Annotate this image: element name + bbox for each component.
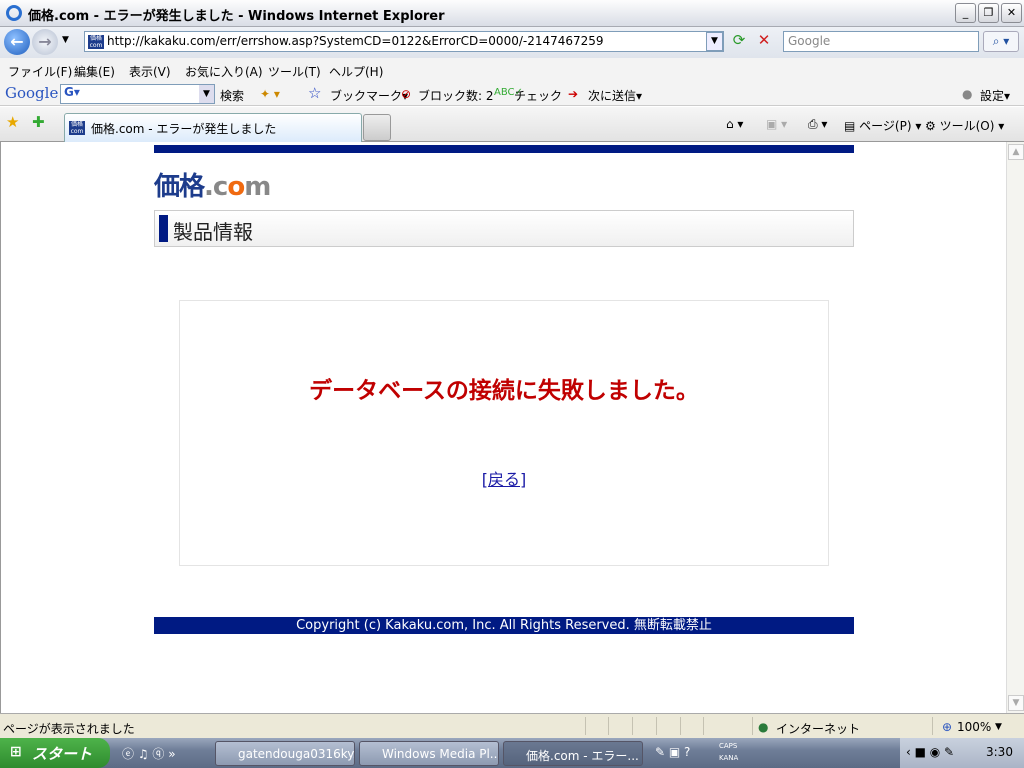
google-toolbar: Google G▾ ▼ 検索 ✦ ▾ ☆ ブックマーク▾ ⊘ ブロック数: 2 A… bbox=[0, 82, 1024, 106]
ie-icon bbox=[6, 5, 22, 21]
quicklaunch-icons[interactable]: ⓔ ♫ ⓠ » bbox=[122, 745, 176, 762]
status-text: ページが表示されました bbox=[3, 722, 135, 736]
title-bar: 価格.com - エラーが発生しました - Windows Internet E… bbox=[0, 0, 1024, 27]
history-dropdown-icon[interactable]: ▼ bbox=[62, 35, 69, 45]
bookmark-star-icon[interactable]: ☆ bbox=[308, 84, 321, 102]
taskbar-item-ie[interactable]: 価格.com - エラー... bbox=[503, 741, 643, 766]
tab-bar: ★ ✚ 価格 com 価格.com - エラーが発生しました ⌂ ▾ ▣ ▾ ⎙ … bbox=[0, 107, 1024, 142]
send-icon: ➔ bbox=[568, 87, 579, 101]
taskbar-item-media-player[interactable]: Windows Media Pl... bbox=[359, 741, 499, 766]
settings-button[interactable]: 設定▾ bbox=[980, 87, 1010, 104]
favorites-center-icon[interactable]: ★ bbox=[6, 113, 19, 131]
globe-icon: ● bbox=[758, 720, 769, 734]
navigation-bar: ← → ▼ 価格 com http://kakaku.com/err/errsho… bbox=[0, 27, 1024, 58]
google-search-input[interactable]: G▾ ▼ bbox=[60, 84, 215, 104]
start-label: スタート bbox=[32, 745, 93, 763]
favicon-icon: 価格 com bbox=[88, 35, 104, 49]
bookmark-button[interactable]: ブックマーク▾ bbox=[330, 87, 408, 104]
start-button[interactable]: ⊞ スタート bbox=[0, 738, 110, 768]
vertical-scrollbar[interactable]: ▲ ▼ bbox=[1006, 142, 1024, 713]
page-menu-button[interactable]: ▤ ページ(P) ▾ bbox=[844, 117, 921, 134]
menu-file[interactable]: ファイル(F) bbox=[8, 63, 72, 80]
stop-icon[interactable]: ✕ bbox=[754, 31, 774, 52]
page-content: 価格.com 製品情報 データベースの接続に失敗しました。 [戻る] Copyr… bbox=[0, 142, 1006, 713]
menu-edit[interactable]: 編集(E) bbox=[74, 63, 115, 80]
section-heading: 製品情報 bbox=[154, 210, 854, 247]
caps-indicator: CAPS bbox=[719, 742, 738, 750]
feeds-icon[interactable]: ▣ ▾ bbox=[766, 117, 787, 131]
heading-marker bbox=[159, 215, 168, 242]
home-icon[interactable]: ⌂ ▾ bbox=[726, 117, 743, 131]
tab-favicon-icon: 価格 com bbox=[69, 121, 85, 135]
forward-button[interactable]: → bbox=[32, 29, 58, 55]
menu-bar: ファイル(F) 編集(E) 表示(V) お気に入り(A) ツール(T) ヘルプ(… bbox=[0, 58, 1024, 82]
security-zone: インターネット bbox=[776, 722, 861, 736]
tab-label: 価格.com - エラーが発生しました bbox=[91, 122, 277, 136]
google-search-button[interactable]: 検索 bbox=[220, 87, 244, 104]
language-bar-icons[interactable]: ✎ ▣ ? bbox=[655, 745, 690, 759]
taskbar-item-folder[interactable]: gatendouga0316ky... bbox=[215, 741, 355, 766]
heading-text: 製品情報 bbox=[173, 220, 253, 244]
menu-tools[interactable]: ツール(T) bbox=[268, 63, 321, 80]
new-tab-button[interactable] bbox=[363, 114, 391, 141]
zoom-dropdown-icon[interactable]: ▼ bbox=[995, 722, 1002, 732]
scroll-up-icon[interactable]: ▲ bbox=[1008, 144, 1024, 160]
search-input[interactable]: Google bbox=[783, 31, 979, 52]
back-button[interactable]: ← bbox=[4, 29, 30, 55]
tools-menu-label: ツール(O) bbox=[939, 119, 995, 133]
system-tray: ‹ ■ ◉ ✎ 3:30 bbox=[900, 738, 1024, 768]
popup-block-icon: ⊘ bbox=[401, 87, 412, 101]
maximize-button[interactable]: ❐ bbox=[978, 3, 999, 23]
address-dropdown-icon[interactable]: ▼ bbox=[706, 32, 723, 51]
header-bar bbox=[154, 145, 854, 153]
clock: 3:30 bbox=[986, 745, 1013, 759]
zoom-level[interactable]: 100% bbox=[957, 720, 991, 734]
google-logo: Google bbox=[5, 84, 59, 102]
page-menu-label: ページ(P) bbox=[859, 119, 912, 133]
window-title: 価格.com - エラーが発生しました - Windows Internet E… bbox=[28, 9, 445, 24]
back-link[interactable]: [戻る] bbox=[482, 470, 527, 489]
address-input[interactable]: 価格 com http://kakaku.com/err/errshow.asp?… bbox=[84, 31, 724, 52]
taskbar: ⊞ スタート ⓔ ♫ ⓠ » gatendouga0316ky... Window… bbox=[0, 738, 1024, 768]
scroll-down-icon[interactable]: ▼ bbox=[1008, 695, 1024, 711]
error-box: データベースの接続に失敗しました。 [戻る] bbox=[179, 300, 829, 566]
send-button[interactable]: 次に送信▾ bbox=[588, 87, 642, 104]
tray-icons[interactable]: ‹ ■ ◉ ✎ bbox=[906, 745, 954, 759]
search-button[interactable]: ⌕ ▾ bbox=[983, 31, 1019, 52]
menu-view[interactable]: 表示(V) bbox=[129, 63, 171, 80]
tab-active[interactable]: 価格 com 価格.com - エラーが発生しました bbox=[64, 113, 362, 142]
status-bar: ページが表示されました ● インターネット ⊕ 100% ▼ bbox=[0, 713, 1024, 738]
tools-menu-button[interactable]: ⚙ ツール(O) ▾ bbox=[925, 117, 1004, 134]
zoom-icon: ⊕ bbox=[942, 720, 953, 734]
kana-indicator: KANA bbox=[719, 754, 739, 762]
windows-logo-icon: ⊞ bbox=[10, 744, 22, 760]
kakaku-logo[interactable]: 価格.com bbox=[154, 166, 271, 203]
menu-favorites[interactable]: お気に入り(A) bbox=[185, 63, 263, 80]
refresh-icon[interactable]: ⟳ bbox=[729, 31, 749, 52]
footer-copyright: Copyright (c) Kakaku.com, Inc. All Right… bbox=[154, 617, 854, 634]
url-text: http://kakaku.com/err/errshow.asp?System… bbox=[107, 34, 604, 48]
print-icon[interactable]: ⎙ ▾ bbox=[808, 117, 827, 132]
menu-help[interactable]: ヘルプ(H) bbox=[329, 63, 383, 80]
spellcheck-button[interactable]: チェック bbox=[514, 87, 562, 104]
close-button[interactable]: ✕ bbox=[1001, 3, 1022, 23]
minimize-button[interactable]: _ bbox=[955, 3, 976, 23]
extension-icon[interactable]: ✦ ▾ bbox=[260, 87, 280, 101]
add-favorite-icon[interactable]: ✚ bbox=[32, 113, 45, 131]
settings-icon: ● bbox=[962, 87, 973, 101]
popup-block-count[interactable]: ブロック数: 2 bbox=[418, 87, 494, 104]
error-message: データベースの接続に失敗しました。 bbox=[309, 378, 699, 404]
